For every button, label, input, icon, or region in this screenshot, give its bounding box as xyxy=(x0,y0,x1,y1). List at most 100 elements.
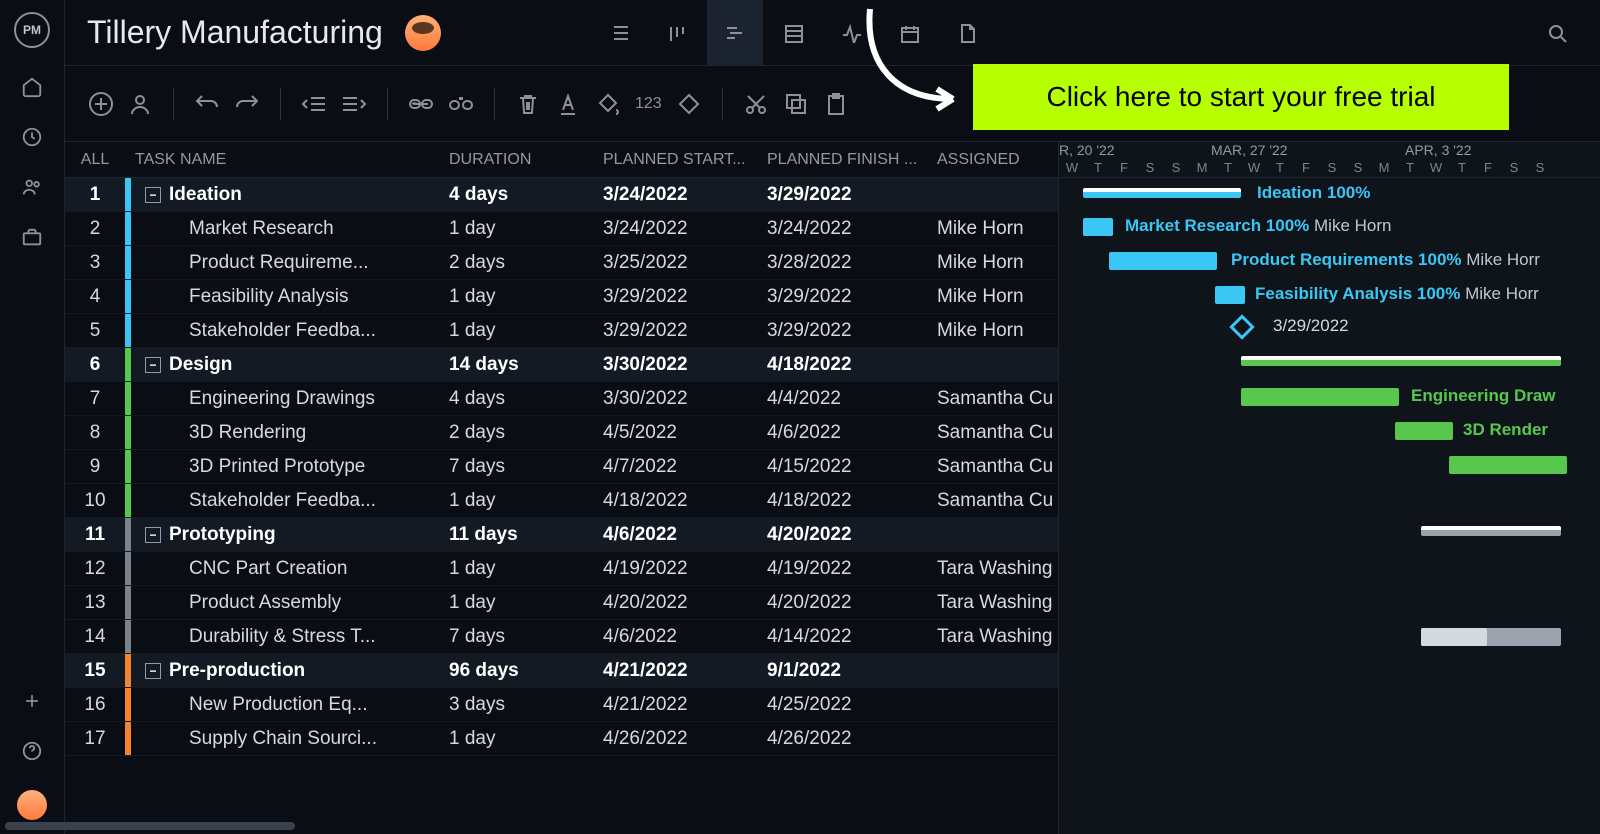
end-cell[interactable]: 4/18/2022 xyxy=(767,354,937,376)
team-icon[interactable] xyxy=(21,176,43,198)
collapse-icon[interactable]: − xyxy=(145,663,161,679)
recent-icon[interactable] xyxy=(21,126,43,148)
task-row[interactable]: 13Product Assembly1 day4/20/20224/20/202… xyxy=(65,586,1058,620)
task-row[interactable]: 11−Prototyping11 days4/6/20224/20/2022 xyxy=(65,518,1058,552)
delete-icon[interactable] xyxy=(515,91,541,117)
text-color-icon[interactable] xyxy=(555,91,581,117)
assign-icon[interactable] xyxy=(127,91,153,117)
collapse-icon[interactable]: − xyxy=(145,187,161,203)
end-cell[interactable]: 3/29/2022 xyxy=(767,320,937,342)
duration-cell[interactable]: 4 days xyxy=(449,388,603,410)
task-row[interactable]: 4Feasibility Analysis1 day3/29/20223/29/… xyxy=(65,280,1058,314)
task-name-cell[interactable]: New Production Eq... xyxy=(135,694,449,716)
duration-cell[interactable]: 7 days xyxy=(449,626,603,648)
duration-cell[interactable]: 96 days xyxy=(449,660,603,682)
task-name-cell[interactable]: −Design xyxy=(135,354,449,376)
duration-cell[interactable]: 2 days xyxy=(449,422,603,444)
col-start[interactable]: PLANNED START... xyxy=(603,151,767,169)
fill-icon[interactable] xyxy=(595,91,621,117)
task-row[interactable]: 17Supply Chain Sourci...1 day4/26/20224/… xyxy=(65,722,1058,756)
free-trial-button[interactable]: Click here to start your free trial xyxy=(973,64,1509,130)
task-row[interactable]: 3Product Requireme...2 days3/25/20223/28… xyxy=(65,246,1058,280)
start-cell[interactable]: 4/7/2022 xyxy=(603,456,767,478)
end-cell[interactable]: 3/29/2022 xyxy=(767,286,937,308)
view-calendar-icon[interactable] xyxy=(881,0,937,66)
task-name-cell[interactable]: CNC Part Creation xyxy=(135,558,449,580)
view-gantt-icon[interactable] xyxy=(707,0,763,66)
end-cell[interactable]: 3/28/2022 xyxy=(767,252,937,274)
end-cell[interactable]: 9/1/2022 xyxy=(767,660,937,682)
number-format[interactable]: 123 xyxy=(635,95,662,113)
task-name-cell[interactable]: Stakeholder Feedba... xyxy=(135,320,449,342)
duration-cell[interactable]: 7 days xyxy=(449,456,603,478)
duration-cell[interactable]: 11 days xyxy=(449,524,603,546)
duration-cell[interactable]: 1 day xyxy=(449,490,603,512)
start-cell[interactable]: 3/24/2022 xyxy=(603,218,767,240)
paste-icon[interactable] xyxy=(823,91,849,117)
task-row[interactable]: 14Durability & Stress T...7 days4/6/2022… xyxy=(65,620,1058,654)
assigned-cell[interactable]: Samantha Cu xyxy=(937,422,1057,444)
task-row[interactable]: 5Stakeholder Feedba...1 day3/29/20223/29… xyxy=(65,314,1058,348)
task-row[interactable]: 10Stakeholder Feedba...1 day4/18/20224/1… xyxy=(65,484,1058,518)
milestone-icon[interactable] xyxy=(676,91,702,117)
end-cell[interactable]: 3/29/2022 xyxy=(767,184,937,206)
task-name-cell[interactable]: Durability & Stress T... xyxy=(135,626,449,648)
col-name[interactable]: TASK NAME xyxy=(125,151,449,169)
task-row[interactable]: 2Market Research1 day3/24/20223/24/2022M… xyxy=(65,212,1058,246)
gantt-bar[interactable] xyxy=(1395,422,1453,440)
start-cell[interactable]: 3/29/2022 xyxy=(603,286,767,308)
horizontal-scrollbar[interactable] xyxy=(65,822,295,830)
task-name-cell[interactable]: Supply Chain Sourci... xyxy=(135,728,449,750)
end-cell[interactable]: 4/4/2022 xyxy=(767,388,937,410)
end-cell[interactable]: 3/24/2022 xyxy=(767,218,937,240)
add-task-icon[interactable] xyxy=(87,91,113,117)
gantt-bar[interactable] xyxy=(1083,188,1241,198)
duration-cell[interactable]: 1 day xyxy=(449,320,603,342)
gantt-bar[interactable] xyxy=(1241,388,1399,406)
assigned-cell[interactable]: Samantha Cu xyxy=(937,490,1057,512)
home-icon[interactable] xyxy=(21,76,43,98)
assigned-cell[interactable]: Mike Horn xyxy=(937,320,1057,342)
assigned-cell[interactable]: Mike Horn xyxy=(937,286,1057,308)
gantt-chart[interactable]: R, 20 '22 MAR, 27 '22 APR, 3 '22 WTFSSMT… xyxy=(1059,142,1600,834)
assigned-cell[interactable]: Samantha Cu xyxy=(937,456,1057,478)
gantt-bar[interactable] xyxy=(1215,286,1245,304)
start-cell[interactable]: 4/19/2022 xyxy=(603,558,767,580)
start-cell[interactable]: 3/30/2022 xyxy=(603,354,767,376)
duration-cell[interactable]: 1 day xyxy=(449,218,603,240)
assigned-cell[interactable]: Tara Washing xyxy=(937,592,1057,614)
project-owner-avatar[interactable] xyxy=(405,15,441,51)
help-icon[interactable] xyxy=(21,740,43,762)
gantt-bar[interactable] xyxy=(1083,218,1113,236)
task-name-cell[interactable]: Product Assembly xyxy=(135,592,449,614)
end-cell[interactable]: 4/6/2022 xyxy=(767,422,937,444)
start-cell[interactable]: 4/6/2022 xyxy=(603,626,767,648)
start-cell[interactable]: 4/21/2022 xyxy=(603,660,767,682)
indent-icon[interactable] xyxy=(341,91,367,117)
duration-cell[interactable]: 1 day xyxy=(449,592,603,614)
collapse-icon[interactable]: − xyxy=(145,527,161,543)
end-cell[interactable]: 4/20/2022 xyxy=(767,524,937,546)
assigned-cell[interactable]: Samantha Cu xyxy=(937,388,1057,410)
end-cell[interactable]: 4/18/2022 xyxy=(767,490,937,512)
task-name-cell[interactable]: Engineering Drawings xyxy=(135,388,449,410)
start-cell[interactable]: 4/21/2022 xyxy=(603,694,767,716)
assigned-cell[interactable]: Mike Horn xyxy=(937,252,1057,274)
task-name-cell[interactable]: −Ideation xyxy=(135,184,449,206)
view-sheet-icon[interactable] xyxy=(765,0,821,66)
task-row[interactable]: 12CNC Part Creation1 day4/19/20224/19/20… xyxy=(65,552,1058,586)
duration-cell[interactable]: 1 day xyxy=(449,728,603,750)
task-row[interactable]: 6−Design14 days3/30/20224/18/2022 xyxy=(65,348,1058,382)
task-name-cell[interactable]: Feasibility Analysis xyxy=(135,286,449,308)
start-cell[interactable]: 4/26/2022 xyxy=(603,728,767,750)
undo-icon[interactable] xyxy=(194,91,220,117)
task-name-cell[interactable]: Product Requireme... xyxy=(135,252,449,274)
unlink-icon[interactable] xyxy=(448,91,474,117)
start-cell[interactable]: 3/24/2022 xyxy=(603,184,767,206)
task-row[interactable]: 15−Pre-production96 days4/21/20229/1/202… xyxy=(65,654,1058,688)
briefcase-icon[interactable] xyxy=(21,226,43,248)
start-cell[interactable]: 3/25/2022 xyxy=(603,252,767,274)
end-cell[interactable]: 4/26/2022 xyxy=(767,728,937,750)
view-activity-icon[interactable] xyxy=(823,0,879,66)
redo-icon[interactable] xyxy=(234,91,260,117)
